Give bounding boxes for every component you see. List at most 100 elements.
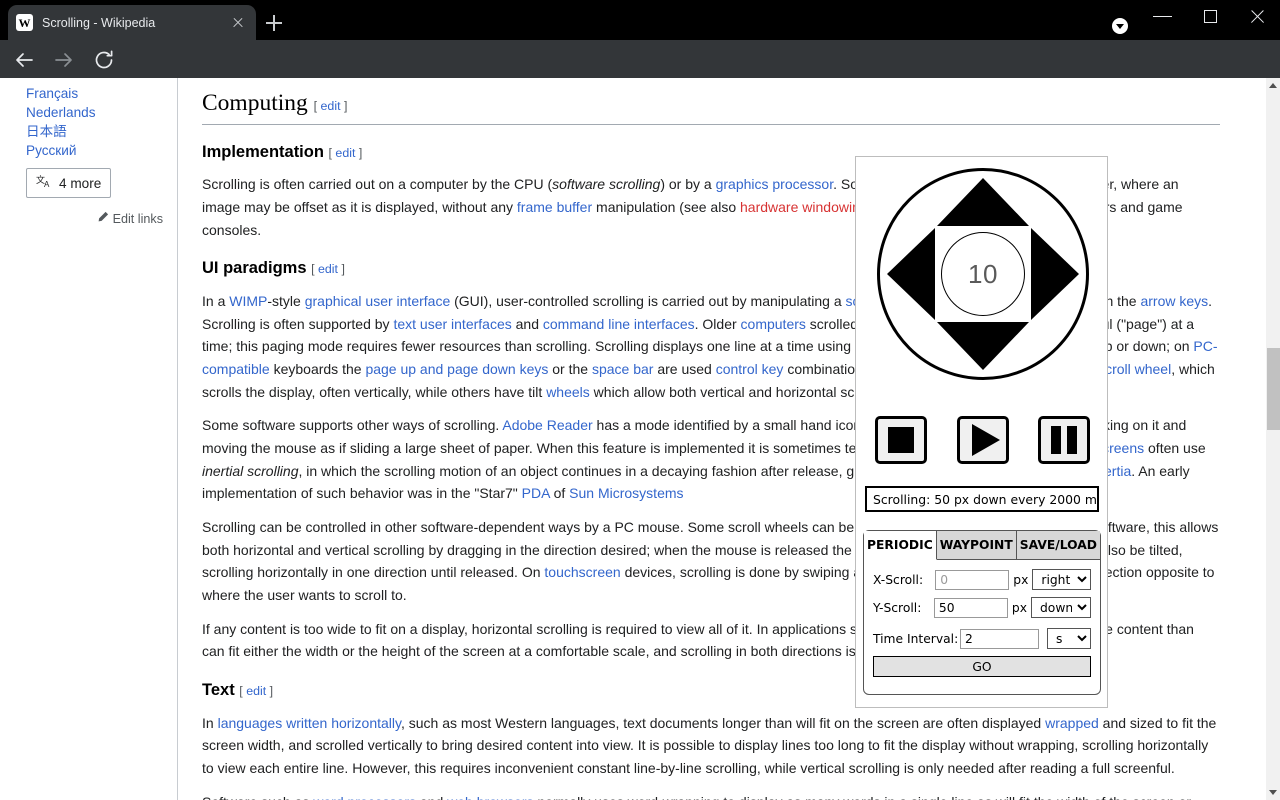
stop-button[interactable] bbox=[875, 416, 927, 464]
sync-badge-icon[interactable] bbox=[1112, 18, 1128, 34]
play-icon bbox=[971, 424, 1000, 456]
edit-subsection-link[interactable]: [ edit ] bbox=[311, 262, 345, 276]
wiki-link-word-processors[interactable]: word processors bbox=[313, 794, 416, 800]
text-run: In a bbox=[202, 293, 230, 309]
play-button[interactable] bbox=[956, 416, 1009, 464]
window-minimize-button[interactable] bbox=[1140, 0, 1186, 32]
tab-waypoint[interactable]: WAYPOINT bbox=[936, 531, 1017, 560]
wiki-link-computers[interactable]: computers bbox=[741, 316, 806, 332]
dpad-up-arrow-icon[interactable] bbox=[937, 178, 1029, 226]
window-close-button[interactable] bbox=[1234, 0, 1280, 32]
reload-icon[interactable] bbox=[92, 48, 116, 72]
section-heading-computing: Computing [ edit ] bbox=[202, 88, 1220, 125]
emphasis-run: inertial scrolling bbox=[202, 462, 299, 479]
wiki-link-wheels[interactable]: wheels bbox=[546, 384, 590, 400]
more-languages-button[interactable]: 文 A 4 more bbox=[26, 168, 112, 198]
y-scroll-unit: px bbox=[1011, 600, 1027, 615]
scrollbar-thumb[interactable] bbox=[1267, 348, 1280, 430]
tab-strip: W Scrolling - Wikipedia bbox=[0, 0, 1280, 40]
more-languages-label: 4 more bbox=[59, 175, 102, 191]
wiki-link-scroll-wheel[interactable]: scroll wheel bbox=[1098, 361, 1171, 377]
edit-section-link[interactable]: [ edit ] bbox=[314, 99, 348, 113]
edit-link-label[interactable]: edit bbox=[246, 684, 266, 698]
tab-save-load[interactable]: SAVE/LOAD bbox=[1016, 531, 1100, 560]
wiki-link-adobe-reader[interactable]: Adobe Reader bbox=[502, 417, 592, 433]
forward-arrow-icon[interactable] bbox=[52, 48, 76, 72]
wiki-link-hardware-windowing[interactable]: hardware windowing bbox=[740, 199, 868, 215]
time-interval-label: Time Interval: bbox=[873, 631, 959, 646]
wiki-link-text-user-interfaces[interactable]: text user interfaces bbox=[393, 316, 511, 332]
y-scroll-input[interactable] bbox=[933, 597, 1008, 618]
edit-subsection-link[interactable]: [ edit ] bbox=[239, 684, 273, 698]
browser-toolbar: en.wikipedia.org/wiki/Scrolling bbox=[0, 40, 1280, 113]
language-link-fr[interactable]: Français bbox=[26, 84, 163, 103]
wiki-link-control-key[interactable]: control key bbox=[716, 361, 784, 377]
paragraph-text-2: Software such as word processors and web… bbox=[202, 791, 1220, 800]
x-scroll-row: X-Scroll: px rightleft bbox=[873, 569, 1091, 590]
tab-close-icon[interactable] bbox=[228, 13, 248, 33]
page-scrollbar[interactable] bbox=[1265, 78, 1280, 800]
stop-icon bbox=[888, 427, 914, 453]
edit-links-row[interactable]: Edit links bbox=[26, 211, 163, 226]
wiki-link-command-line-interfaces[interactable]: command line interfaces bbox=[543, 316, 695, 332]
pause-icon bbox=[1051, 426, 1077, 454]
text-run: and sized to fit the bbox=[1098, 714, 1217, 731]
periodic-settings-form: X-Scroll: px rightleft Y-Scroll: px down… bbox=[864, 560, 1100, 677]
scroll-settings-card: PERIODIC WAYPOINT SAVE/LOAD X-Scroll: px… bbox=[863, 530, 1101, 695]
wiki-link-arrow-keys[interactable]: arrow keys bbox=[1140, 293, 1208, 309]
time-interval-input[interactable] bbox=[960, 628, 1039, 649]
x-direction-select[interactable]: rightleft bbox=[1032, 569, 1091, 590]
y-direction-select[interactable]: downup bbox=[1031, 597, 1091, 618]
svg-text:A: A bbox=[44, 180, 50, 189]
text-run: Software such as bbox=[202, 794, 313, 800]
tab-periodic[interactable]: PERIODIC bbox=[864, 531, 937, 560]
wiki-link-page-up-down-keys[interactable]: page up and page down keys bbox=[365, 361, 548, 377]
back-arrow-icon[interactable] bbox=[12, 48, 36, 72]
dpad-control[interactable]: 10 bbox=[877, 168, 1089, 380]
language-link-ru[interactable]: Русский bbox=[26, 141, 163, 160]
language-link-ja[interactable]: 日本語 bbox=[26, 122, 163, 141]
page-viewport: Français Nederlands 日本語 Русский 文 A 4 mo… bbox=[0, 78, 1280, 800]
wiki-link-pda[interactable]: PDA bbox=[522, 485, 550, 501]
tab-title: Scrolling - Wikipedia bbox=[42, 15, 156, 30]
wiki-link-touchscreen[interactable]: touchscreen bbox=[544, 564, 620, 580]
wiki-link-web-browsers[interactable]: web browsers bbox=[447, 794, 533, 800]
dpad-right-arrow-icon[interactable] bbox=[1031, 228, 1079, 320]
wiki-link-wrapped[interactable]: wrapped bbox=[1045, 715, 1099, 731]
y-scroll-label: Y-Scroll: bbox=[873, 600, 922, 615]
go-button[interactable]: GO bbox=[873, 656, 1091, 677]
dpad-center-hub[interactable]: 10 bbox=[941, 232, 1025, 316]
text-run: often use bbox=[1144, 440, 1206, 457]
wiki-link-frame-buffer[interactable]: frame buffer bbox=[517, 199, 592, 215]
edit-links-label: Edit links bbox=[112, 211, 163, 226]
edit-link-label[interactable]: edit bbox=[321, 99, 341, 113]
text-run: and bbox=[416, 794, 447, 800]
dpad-amount-value: 10 bbox=[968, 258, 998, 289]
text-run: of bbox=[549, 485, 570, 502]
edit-link-label[interactable]: edit bbox=[318, 262, 338, 276]
browser-tab[interactable]: W Scrolling - Wikipedia bbox=[8, 5, 256, 40]
wiki-link-space-bar[interactable]: space bar bbox=[592, 361, 653, 377]
scroll-down-arrow-icon[interactable] bbox=[1269, 790, 1277, 795]
language-link-nl[interactable]: Nederlands bbox=[26, 103, 163, 122]
transport-controls bbox=[875, 416, 1090, 464]
text-run: and bbox=[511, 315, 543, 332]
window-maximize-button[interactable] bbox=[1187, 0, 1233, 32]
new-tab-button[interactable] bbox=[262, 11, 286, 35]
wiki-link-gui[interactable]: graphical user interface bbox=[305, 293, 451, 309]
wiki-link-languages-written-horizontally[interactable]: languages written horizontally bbox=[218, 715, 401, 731]
wiki-link-wimp[interactable]: WIMP bbox=[229, 293, 267, 309]
pause-button[interactable] bbox=[1038, 416, 1090, 464]
time-unit-select[interactable]: smsmin bbox=[1047, 628, 1091, 649]
dpad-down-arrow-icon[interactable] bbox=[937, 322, 1029, 370]
text-run: -style bbox=[267, 293, 305, 309]
wiki-link-graphics-processor[interactable]: graphics processor bbox=[716, 176, 834, 192]
edit-link-label[interactable]: edit bbox=[335, 146, 355, 160]
scroll-up-arrow-icon[interactable] bbox=[1269, 83, 1277, 88]
x-scroll-input[interactable] bbox=[935, 569, 1010, 590]
edit-subsection-link[interactable]: [ edit ] bbox=[329, 146, 363, 160]
text-run: . Older bbox=[694, 315, 741, 332]
text-run: are used bbox=[653, 361, 716, 378]
dpad-left-arrow-icon[interactable] bbox=[887, 228, 935, 320]
wiki-link-sun-microsystems[interactable]: Sun Microsystems bbox=[569, 485, 683, 501]
